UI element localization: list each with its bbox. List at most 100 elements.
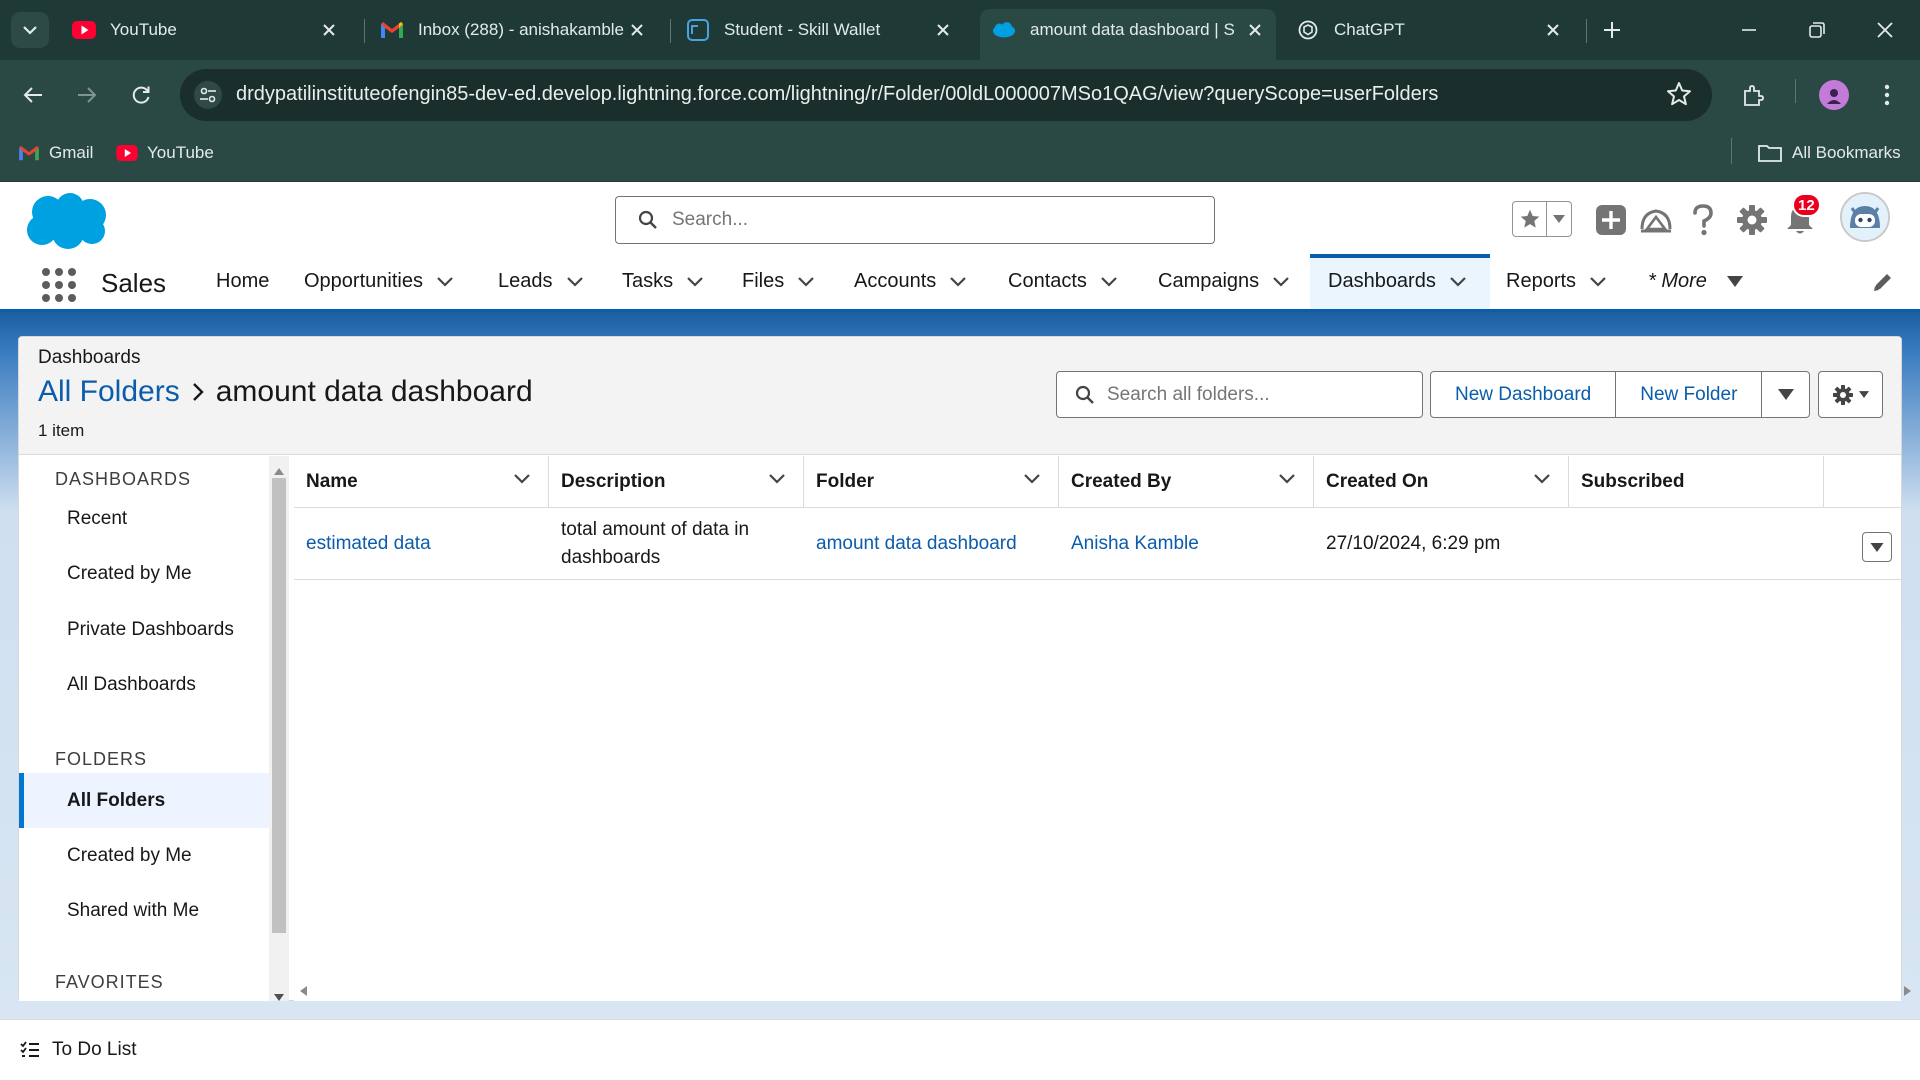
global-search-box[interactable] [615, 196, 1215, 244]
bookmark-youtube[interactable]: YouTube [116, 143, 214, 163]
profile-avatar-icon[interactable] [1819, 80, 1849, 110]
nav-item-label: Leads [498, 270, 553, 292]
new-dashboard-button[interactable]: New Dashboard [1430, 371, 1617, 418]
close-icon[interactable] [626, 19, 648, 41]
chevron-down-icon [23, 26, 37, 35]
browser-tab-gmail[interactable]: Inbox (288) - anishakamble [368, 9, 658, 51]
scroll-left-arrow-icon[interactable] [300, 983, 307, 1001]
app-launcher-waffle-icon[interactable] [42, 268, 76, 302]
nav-item-leads[interactable]: Leads [498, 254, 583, 309]
column-header-created-by[interactable]: Created By [1059, 456, 1314, 508]
chevron-down-icon[interactable] [687, 276, 703, 287]
browser-menu-icon[interactable] [1870, 78, 1904, 112]
browser-tab-chatgpt[interactable]: ChatGPT [1284, 9, 1574, 51]
nav-item-accounts[interactable]: Accounts [854, 254, 967, 309]
scroll-right-arrow-icon[interactable] [1904, 983, 1911, 1001]
folder-search-box[interactable] [1056, 371, 1423, 418]
chevron-down-icon[interactable] [1279, 474, 1295, 484]
chevron-down-icon[interactable] [514, 474, 530, 484]
sidebar-item-all-dashboards[interactable]: All Dashboards [19, 657, 269, 712]
bookmark-star-icon[interactable] [1666, 81, 1692, 112]
todo-list-utility[interactable]: To Do List [20, 1039, 136, 1061]
global-actions-icon[interactable] [1593, 202, 1629, 238]
user-avatar[interactable] [1840, 192, 1890, 242]
chevron-down-icon[interactable] [566, 276, 583, 287]
close-icon[interactable] [932, 19, 954, 41]
browser-toolbar: drdypatilinstituteofengin85-dev-ed.devel… [0, 60, 1920, 130]
created-by-user-link[interactable]: Anisha Kamble [1071, 530, 1199, 558]
chevron-down-icon[interactable] [1590, 276, 1606, 287]
sidebar-item-created-by-me[interactable]: Created by Me [19, 546, 269, 601]
folder-search-input[interactable] [1107, 383, 1407, 406]
sidebar-scrollbar[interactable] [269, 456, 289, 1001]
help-icon[interactable] [1685, 202, 1721, 238]
address-bar[interactable]: drdypatilinstituteofengin85-dev-ed.devel… [180, 69, 1712, 121]
sidebar-item-private-dashboards[interactable]: Private Dashboards [19, 602, 269, 657]
nav-more-menu[interactable]: * More [1648, 254, 1743, 309]
close-icon[interactable] [1244, 19, 1266, 41]
browser-tab-skill-wallet[interactable]: Student - Skill Wallet [674, 9, 964, 51]
forward-button[interactable] [70, 78, 104, 112]
chevron-down-icon[interactable] [1101, 276, 1117, 287]
tab-separator [1586, 19, 1587, 43]
edit-nav-pencil-icon[interactable] [1872, 271, 1894, 298]
chevron-down-icon[interactable] [1534, 474, 1550, 484]
close-icon[interactable] [1542, 19, 1564, 41]
sidebar-item-shared-with-me[interactable]: Shared with Me [19, 883, 269, 938]
chevron-down-icon[interactable] [437, 276, 453, 287]
bookmark-gmail[interactable]: Gmail [18, 143, 93, 163]
nav-item-home[interactable]: Home [216, 254, 269, 309]
gmail-icon [18, 144, 40, 162]
column-header-subscribed[interactable]: Subscribed [1569, 456, 1824, 508]
favorites-star-icon[interactable] [1513, 202, 1547, 236]
back-button[interactable] [16, 78, 50, 112]
nav-item-opportunities[interactable]: Opportunities [304, 254, 453, 309]
site-settings-icon[interactable] [194, 81, 222, 109]
scrollbar-thumb[interactable] [272, 478, 286, 933]
folder-link[interactable]: amount data dashboard [816, 530, 1017, 558]
nav-item-contacts[interactable]: Contacts [1008, 254, 1117, 309]
chevron-down-icon[interactable] [798, 276, 815, 287]
salesforce-logo[interactable] [22, 190, 112, 257]
all-bookmarks[interactable]: All Bookmarks [1757, 143, 1901, 163]
extensions-icon[interactable] [1736, 78, 1770, 112]
chevron-down-icon[interactable] [769, 474, 785, 484]
close-window-button[interactable] [1869, 14, 1901, 46]
restore-button[interactable] [1801, 14, 1833, 46]
chevron-down-icon[interactable] [1450, 276, 1466, 287]
dashboard-name-link[interactable]: estimated data [306, 530, 431, 558]
sidebar-item-recent[interactable]: Recent [19, 491, 269, 546]
browser-tab-salesforce[interactable]: amount data dashboard | S [980, 9, 1276, 60]
nav-item-files[interactable]: Files [742, 254, 815, 309]
column-header-folder[interactable]: Folder [804, 456, 1059, 508]
new-folder-button[interactable]: New Folder [1616, 371, 1763, 418]
nav-item-tasks[interactable]: Tasks [622, 254, 703, 309]
browser-tab-youtube[interactable]: YouTube [60, 9, 350, 51]
reload-button[interactable] [124, 78, 158, 112]
global-search-input[interactable] [672, 209, 1172, 231]
new-tab-button[interactable] [1596, 14, 1628, 46]
trailhead-guidance-icon[interactable] [1638, 202, 1674, 238]
favorites-list-icon[interactable] [1547, 202, 1571, 236]
close-icon[interactable] [318, 19, 340, 41]
column-header-description[interactable]: Description [549, 456, 804, 508]
column-header-created-on[interactable]: Created On [1314, 456, 1569, 508]
minimize-button[interactable] [1733, 14, 1765, 46]
chevron-down-icon[interactable] [1273, 276, 1289, 287]
list-settings-button[interactable] [1818, 371, 1883, 418]
breadcrumb-all-folders-link[interactable]: All Folders [38, 375, 180, 409]
todo-list-label: To Do List [52, 1039, 137, 1060]
row-actions-dropdown[interactable] [1862, 532, 1892, 562]
nav-item-dashboards[interactable]: Dashboards [1310, 254, 1490, 309]
nav-item-campaigns[interactable]: Campaigns [1158, 254, 1289, 309]
chevron-down-icon[interactable] [1024, 474, 1040, 484]
more-actions-button[interactable] [1762, 371, 1811, 418]
nav-item-reports[interactable]: Reports [1506, 254, 1606, 309]
setup-gear-icon[interactable] [1734, 202, 1770, 238]
chevron-down-icon[interactable] [950, 276, 967, 287]
sidebar-item-all-folders[interactable]: All Folders [19, 773, 269, 828]
sidebar-item-folders-created-by-me[interactable]: Created by Me [19, 828, 269, 883]
tab-search-button[interactable] [11, 12, 49, 48]
scroll-down-arrow-icon[interactable] [274, 988, 284, 1006]
column-header-name[interactable]: Name [294, 456, 549, 508]
